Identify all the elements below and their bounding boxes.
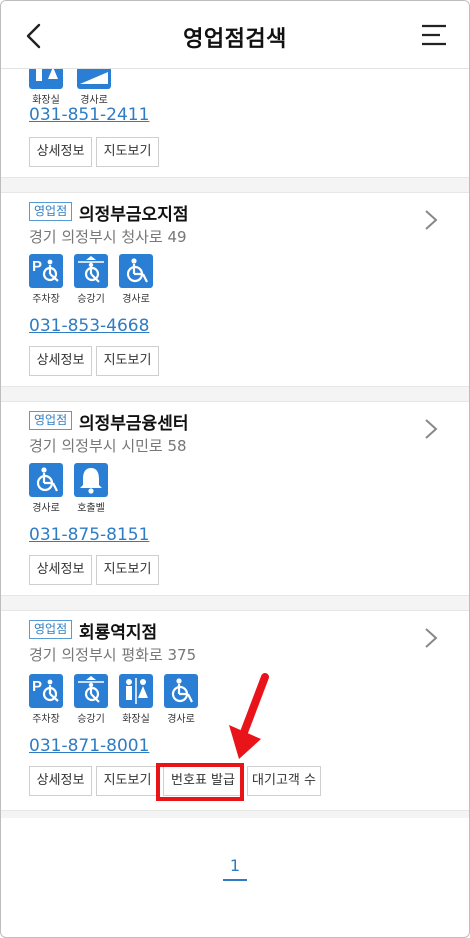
facility-label: 승강기 bbox=[77, 294, 105, 305]
top-bar: 영업점검색 bbox=[1, 1, 469, 69]
phone-link[interactable]: 031-851-2411 bbox=[29, 105, 149, 125]
facility-label: 화장실 bbox=[32, 95, 60, 106]
item-divider bbox=[1, 810, 469, 818]
facility-elevator: 승강기 bbox=[74, 674, 108, 725]
elevator-icon bbox=[74, 674, 108, 708]
waiting-customers-button[interactable]: 대기고객 수 bbox=[247, 766, 321, 796]
facility-elevator: 승강기 bbox=[74, 254, 108, 305]
map-button[interactable]: 지도보기 bbox=[96, 346, 159, 376]
branch-name: 의정부금융센터 bbox=[79, 414, 189, 434]
branch-type-badge: 영업점 bbox=[29, 411, 73, 430]
app-frame: 영업점검색 화장실 경사로 031-851-2411 상세정보 지도보기 영업점… bbox=[0, 0, 470, 938]
facility-parking: P 주차장 bbox=[29, 674, 63, 725]
svg-text:P: P bbox=[32, 678, 42, 695]
item-divider bbox=[1, 595, 469, 611]
facility-label: 승강기 bbox=[77, 714, 105, 725]
facility-label: 경사로 bbox=[167, 714, 195, 725]
branch-address: 경기 의정부시 평화로 375 bbox=[29, 646, 197, 664]
highlight-box bbox=[156, 763, 244, 801]
facility-label: 호출벨 bbox=[77, 503, 105, 514]
branch-address: 경기 의정부시 청사로 49 bbox=[29, 228, 187, 246]
wheelchair-ramp-icon bbox=[119, 254, 153, 288]
facility-label: 경사로 bbox=[122, 294, 150, 305]
page-title: 영업점검색 bbox=[183, 27, 287, 52]
bell-icon bbox=[74, 463, 108, 497]
chevron-right-icon[interactable] bbox=[423, 417, 439, 441]
restroom-icon bbox=[119, 674, 153, 708]
chevron-right-icon[interactable] bbox=[423, 208, 439, 232]
hamburger-menu-icon[interactable] bbox=[421, 24, 447, 46]
map-button[interactable]: 지도보기 bbox=[96, 137, 159, 167]
branch-list-item[interactable]: 영업점 의정부금오지점 경기 의정부시 청사로 49 P 주차장 승강기 경사로… bbox=[1, 194, 469, 386]
facility-label: 주차장 bbox=[32, 714, 60, 725]
pointer-arrow-icon bbox=[229, 673, 269, 759]
branch-name: 회룡역지점 bbox=[79, 623, 158, 643]
detail-button[interactable]: 상세정보 bbox=[29, 555, 92, 585]
item-divider bbox=[1, 177, 469, 193]
item-divider bbox=[1, 386, 469, 402]
facility-call-bell: 호출벨 bbox=[74, 463, 108, 514]
phone-link[interactable]: 031-875-8151 bbox=[29, 525, 149, 545]
branch-address: 경기 의정부시 시민로 58 bbox=[29, 437, 187, 455]
detail-button[interactable]: 상세정보 bbox=[29, 766, 92, 796]
elevator-icon bbox=[74, 254, 108, 288]
branch-list-item[interactable]: 영업점 의정부금융센터 경기 의정부시 시민로 58 경사로 호출벨 031-8… bbox=[1, 403, 469, 595]
facility-label: 주차장 bbox=[32, 294, 60, 305]
facility-parking: P 주차장 bbox=[29, 254, 63, 305]
facility-label: 경사로 bbox=[32, 503, 60, 514]
facility-restroom: 화장실 bbox=[119, 674, 153, 725]
page-number-current[interactable]: 1 bbox=[223, 856, 247, 881]
chevron-right-icon[interactable] bbox=[423, 626, 439, 650]
facility-ramp: 경사로 bbox=[29, 463, 63, 514]
branch-type-badge: 영업점 bbox=[29, 620, 73, 639]
wheelchair-ramp-icon bbox=[29, 463, 63, 497]
detail-button[interactable]: 상세정보 bbox=[29, 137, 92, 167]
map-button[interactable]: 지도보기 bbox=[96, 555, 159, 585]
phone-link[interactable]: 031-853-4668 bbox=[29, 316, 149, 336]
facility-ramp: 경사로 bbox=[164, 674, 198, 725]
phone-link[interactable]: 031-871-8001 bbox=[29, 736, 149, 756]
wheelchair-ramp-icon bbox=[164, 674, 198, 708]
parking-icon: P bbox=[29, 254, 63, 288]
branch-name: 의정부금오지점 bbox=[79, 205, 189, 225]
facility-label: 화장실 bbox=[122, 714, 150, 725]
detail-button[interactable]: 상세정보 bbox=[29, 346, 92, 376]
facility-label: 경사로 bbox=[80, 95, 108, 106]
parking-icon: P bbox=[29, 674, 63, 708]
svg-text:P: P bbox=[32, 258, 42, 275]
map-button[interactable]: 지도보기 bbox=[96, 766, 159, 796]
facility-ramp: 경사로 bbox=[119, 254, 153, 305]
pagination: 1 bbox=[1, 856, 469, 881]
branch-type-badge: 영업점 bbox=[29, 202, 73, 221]
